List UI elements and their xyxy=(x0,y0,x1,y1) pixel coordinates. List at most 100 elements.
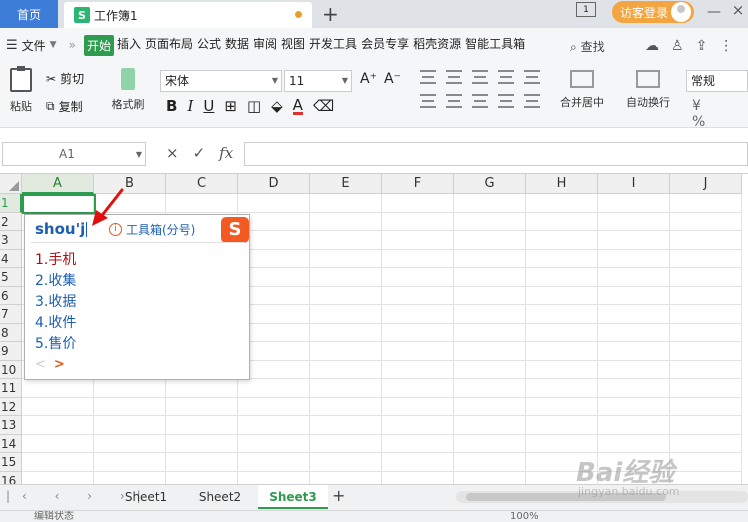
user-icon[interactable]: ♙ xyxy=(671,38,684,54)
row-header[interactable]: 15 xyxy=(0,453,22,472)
grid-cell[interactable] xyxy=(454,397,526,416)
name-box[interactable]: A1 ▼ xyxy=(2,142,146,166)
grid-cell[interactable] xyxy=(598,212,670,231)
grid-cell[interactable] xyxy=(382,268,454,287)
grid-cell[interactable] xyxy=(310,416,382,435)
grid-cell[interactable] xyxy=(238,397,310,416)
page-count-icon[interactable]: 1 xyxy=(576,2,596,17)
grid-cell[interactable] xyxy=(454,249,526,268)
align-top-icon[interactable] xyxy=(420,70,436,84)
grid-cell[interactable] xyxy=(382,360,454,379)
sheet-tab-2[interactable]: Sheet2 xyxy=(186,485,254,509)
row-header[interactable]: 8 xyxy=(0,323,22,342)
eraser-icon[interactable]: ⌫ xyxy=(313,97,334,115)
row-header[interactable]: 12 xyxy=(0,397,22,416)
format-painter-button[interactable]: 格式刷 xyxy=(108,68,148,112)
grid-cell[interactable] xyxy=(454,305,526,324)
active-cell-selection[interactable] xyxy=(22,194,96,214)
grid-cell[interactable] xyxy=(166,416,238,435)
grid-cell[interactable] xyxy=(526,360,598,379)
next-page-icon[interactable]: > xyxy=(54,357,73,372)
align-bottom-icon[interactable] xyxy=(472,70,488,84)
grid-cell[interactable] xyxy=(670,471,742,484)
grid-cell[interactable] xyxy=(310,323,382,342)
grid-cell[interactable] xyxy=(166,379,238,398)
grid-cell[interactable] xyxy=(382,342,454,361)
sheet-tab-1[interactable]: Sheet1 xyxy=(112,485,180,509)
row-header[interactable]: 14 xyxy=(0,434,22,453)
font-size-select[interactable]: 11 ▼ xyxy=(284,70,352,92)
grid-cell[interactable] xyxy=(670,379,742,398)
select-all-corner[interactable] xyxy=(0,174,22,194)
column-header[interactable]: I xyxy=(598,174,670,194)
menu-tab-home[interactable]: 开始 xyxy=(83,34,114,56)
justify-icon[interactable] xyxy=(498,94,514,108)
grid-cell[interactable] xyxy=(454,434,526,453)
row-header[interactable]: 13 xyxy=(0,416,22,435)
grid-cell[interactable] xyxy=(310,249,382,268)
align-left-icon[interactable] xyxy=(420,94,436,108)
grid-cell[interactable] xyxy=(670,416,742,435)
formula-input[interactable] xyxy=(244,142,748,166)
row-header[interactable]: 10 xyxy=(0,360,22,379)
row-header[interactable]: 2 xyxy=(0,212,22,231)
grid-cell[interactable] xyxy=(598,286,670,305)
grid-cell[interactable] xyxy=(382,323,454,342)
grid-cell[interactable] xyxy=(94,416,166,435)
grid-cell[interactable] xyxy=(526,434,598,453)
chevron-down-icon[interactable]: ▼ xyxy=(50,40,57,50)
grid-cell[interactable] xyxy=(526,397,598,416)
grid-cell[interactable] xyxy=(526,342,598,361)
grid-cell[interactable] xyxy=(382,453,454,472)
menu-tab-data[interactable]: 数据 xyxy=(224,35,250,56)
grid-cell[interactable] xyxy=(22,434,94,453)
grid-cell[interactable] xyxy=(598,434,670,453)
prev-page-icon[interactable]: < xyxy=(35,357,54,372)
row-header[interactable]: 4 xyxy=(0,249,22,268)
insert-function-icon[interactable]: fx xyxy=(219,144,233,162)
zoom-level[interactable]: 100% xyxy=(510,511,539,522)
cancel-icon[interactable]: × xyxy=(166,144,179,162)
grid-cell[interactable] xyxy=(526,305,598,324)
grid-cell[interactable] xyxy=(382,397,454,416)
ime-candidate[interactable]: 5.售价 xyxy=(35,333,76,353)
grid-cell[interactable] xyxy=(382,379,454,398)
confirm-icon[interactable]: ✓ xyxy=(193,144,206,162)
grid-cell[interactable] xyxy=(166,471,238,484)
menu-tab-member[interactable]: 会员专享 xyxy=(360,35,410,56)
grid-cell[interactable] xyxy=(382,434,454,453)
bold-button[interactable]: B xyxy=(166,97,177,115)
indent-icon[interactable] xyxy=(498,70,514,84)
grid-cell[interactable] xyxy=(94,397,166,416)
grid-cell[interactable] xyxy=(310,286,382,305)
row-header[interactable]: 3 xyxy=(0,231,22,250)
menu-tab-docer[interactable]: 稻壳资源 xyxy=(412,35,462,56)
column-header[interactable]: F xyxy=(382,174,454,194)
grid-cell[interactable] xyxy=(670,231,742,250)
cut-button[interactable]: ✂ 剪切 xyxy=(46,70,84,87)
grid-cell[interactable] xyxy=(382,416,454,435)
grid-cell[interactable] xyxy=(238,416,310,435)
menu-file[interactable]: 文件 xyxy=(22,37,46,54)
grid-cell[interactable] xyxy=(454,471,526,484)
grid-cell[interactable] xyxy=(382,249,454,268)
menu-tab-developer[interactable]: 开发工具 xyxy=(308,35,358,56)
grid-cell[interactable] xyxy=(670,249,742,268)
border-icon[interactable]: ⊞ xyxy=(224,97,237,115)
grid-cell[interactable] xyxy=(526,268,598,287)
grid-cell[interactable] xyxy=(310,194,382,213)
grid-cell[interactable] xyxy=(382,194,454,213)
ime-candidate[interactable]: 1.手机 xyxy=(35,249,76,269)
grid-cell[interactable] xyxy=(526,231,598,250)
grid-cell[interactable] xyxy=(526,286,598,305)
grid-cell[interactable] xyxy=(526,323,598,342)
menu-tab-page-layout[interactable]: 页面布局 xyxy=(144,35,194,56)
align-middle-icon[interactable] xyxy=(446,70,462,84)
grid-cell[interactable] xyxy=(598,305,670,324)
grid-cell[interactable] xyxy=(454,323,526,342)
grid-cell[interactable] xyxy=(166,434,238,453)
grid-cell[interactable] xyxy=(670,286,742,305)
menu-tab-formulas[interactable]: 公式 xyxy=(196,35,222,56)
grid-cell[interactable] xyxy=(94,434,166,453)
grid-cell[interactable] xyxy=(238,471,310,484)
